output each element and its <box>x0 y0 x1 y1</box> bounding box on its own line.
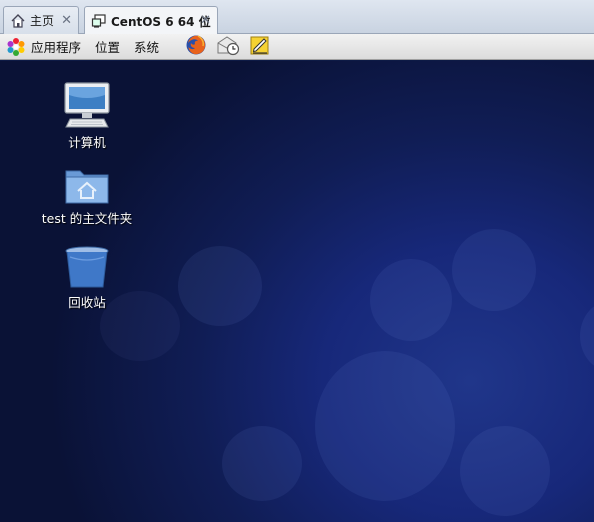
tab-home[interactable]: 主页 ✕ <box>3 6 79 34</box>
close-icon[interactable]: ✕ <box>200 13 211 28</box>
wallpaper-bokeh <box>315 351 455 501</box>
home-icon <box>10 13 26 29</box>
wallpaper-bokeh <box>370 259 452 341</box>
menu-label: 位置 <box>95 40 121 55</box>
tab-bar: 主页 ✕ CentOS 6 64 位 ✕ <box>0 0 594 35</box>
vm-icon <box>91 13 107 29</box>
wallpaper-bokeh <box>222 426 302 501</box>
menu-applications[interactable]: 应用程序 <box>0 34 88 60</box>
desktop-icon-label: 计算机 <box>68 135 106 150</box>
mail-clock-icon <box>216 34 240 59</box>
wallpaper-bokeh <box>460 426 550 516</box>
menu-system[interactable]: 系统 <box>127 34 166 60</box>
desktop-icon-home-folder[interactable]: test 的主文件夹 <box>27 165 147 227</box>
mail-clock-launcher[interactable] <box>216 35 240 59</box>
top-panel: 应用程序 位置 系统 <box>0 34 594 60</box>
menu-label: 系统 <box>134 40 160 55</box>
computer-icon <box>62 81 112 129</box>
firefox-icon <box>185 34 207 59</box>
desktop-icon-computer[interactable]: 计算机 <box>27 81 147 151</box>
tab-label: 主页 <box>30 14 55 28</box>
menu-label: 应用程序 <box>31 40 82 55</box>
notes-launcher[interactable] <box>248 35 272 59</box>
notes-edit-icon <box>249 34 271 59</box>
home-folder-icon <box>64 165 110 205</box>
desktop-icon-label: test 的主文件夹 <box>41 211 133 226</box>
trash-icon <box>64 245 110 289</box>
desktop-icon-trash[interactable]: 回收站 <box>27 245 147 311</box>
firefox-launcher[interactable] <box>184 35 208 59</box>
wallpaper-bokeh <box>178 246 262 326</box>
tab-vm[interactable]: CentOS 6 64 位 ✕ <box>84 6 218 35</box>
gnome-foot-icon <box>6 37 26 57</box>
close-icon[interactable]: ✕ <box>61 13 72 28</box>
tab-label: CentOS 6 64 位 <box>111 14 211 29</box>
wallpaper-bokeh <box>580 301 594 371</box>
desktop-icon-label: 回收站 <box>68 295 106 310</box>
desktop[interactable]: 计算机 test 的主文件夹 回收站 <box>0 61 594 522</box>
menu-places[interactable]: 位置 <box>88 34 127 60</box>
wallpaper-bokeh <box>452 229 536 311</box>
